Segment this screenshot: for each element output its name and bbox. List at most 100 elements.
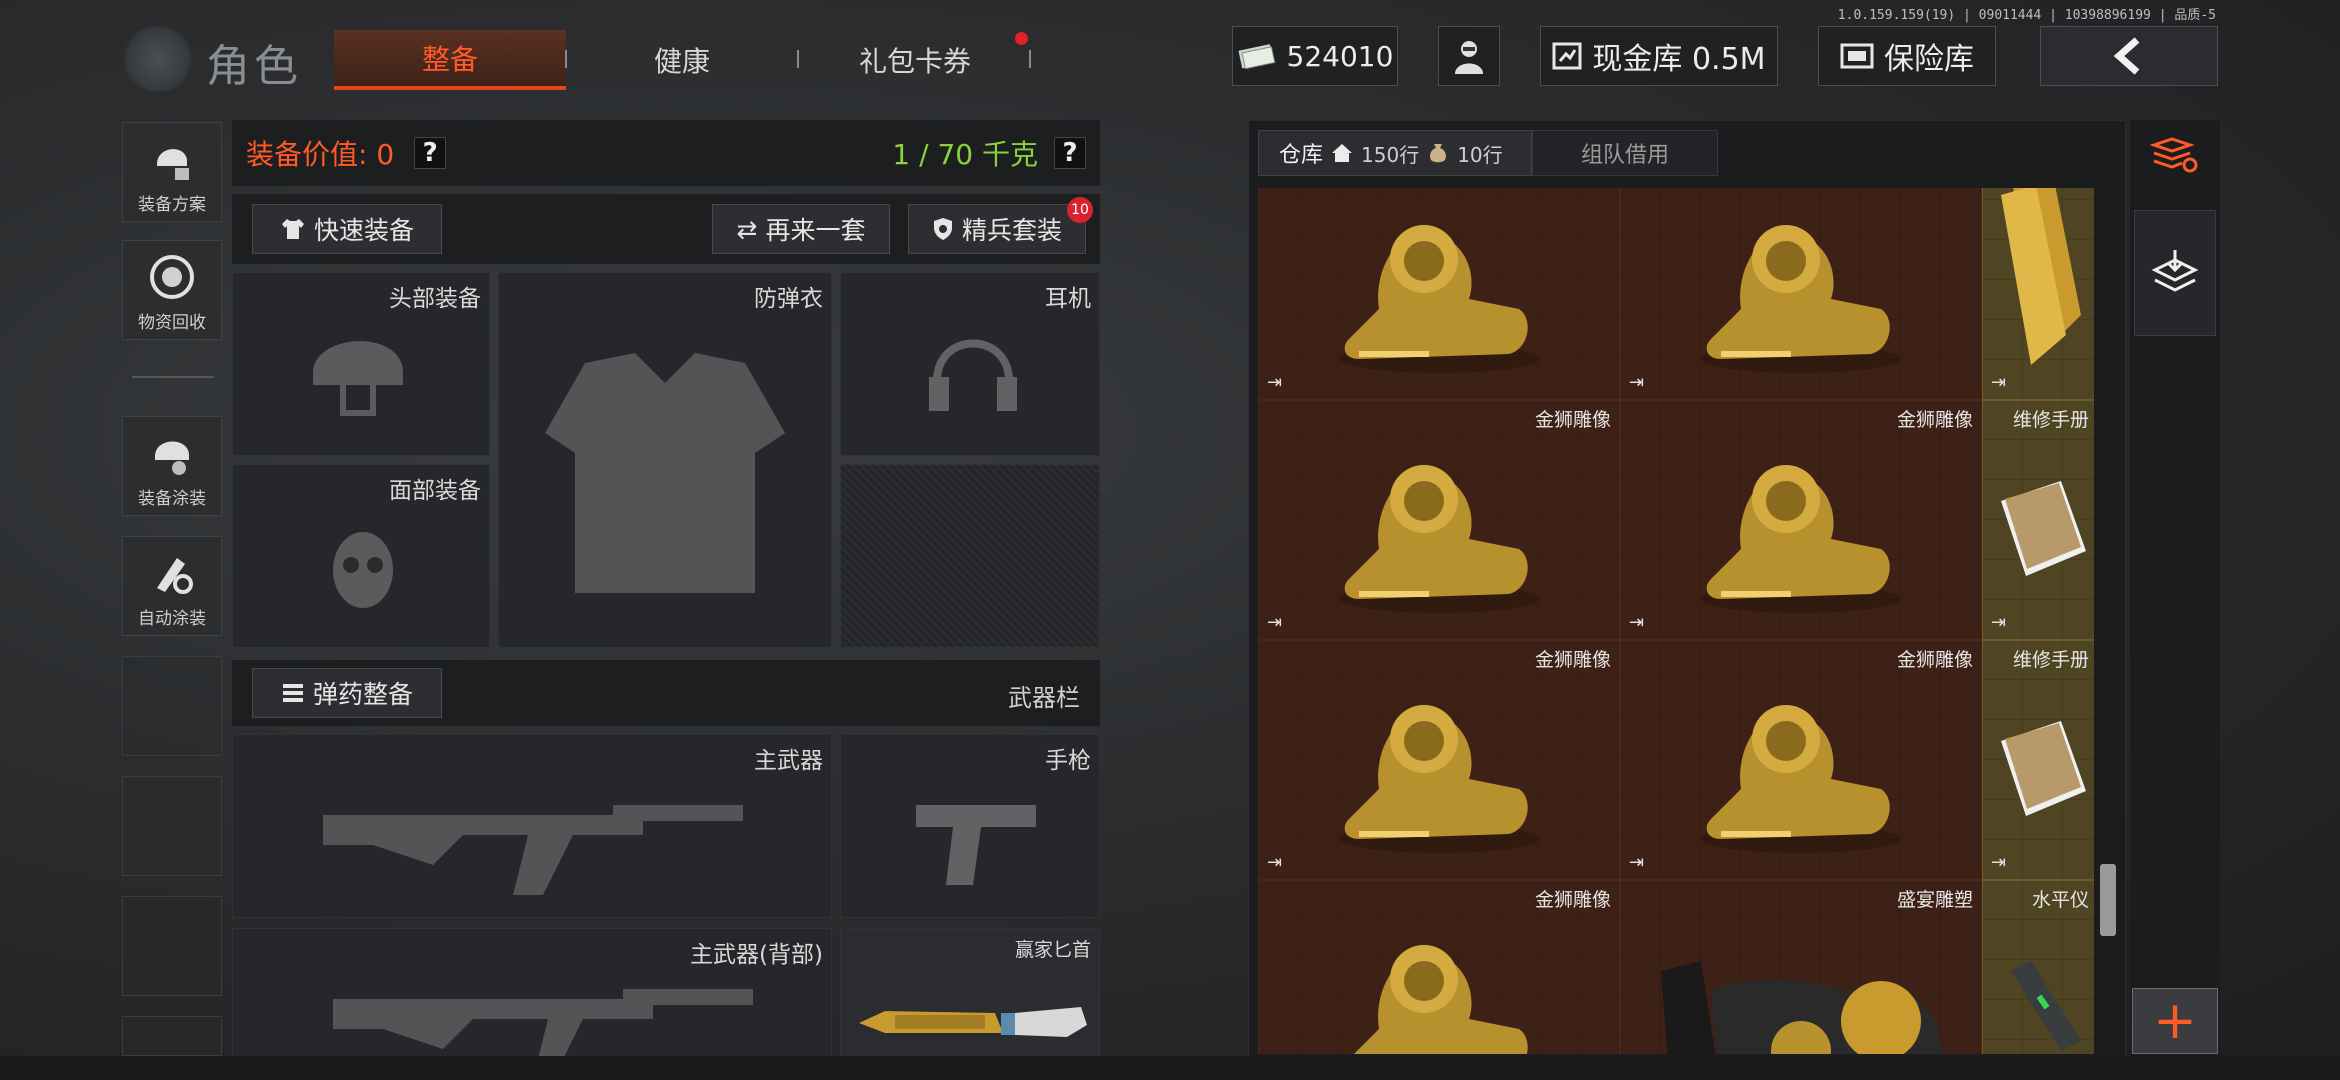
inventory-item[interactable]: 金狮雕像 ⇥	[1258, 400, 1620, 640]
item-name: 金狮雕像	[1896, 409, 1973, 431]
ammo-prep-button[interactable]: 弹药整备	[252, 668, 442, 718]
item-name: 金狮雕像	[1534, 409, 1611, 431]
inventory-item[interactable]: 金块 ⇥	[1982, 188, 2094, 400]
recycle-icon	[150, 255, 194, 299]
auto-skin-icon	[157, 558, 193, 594]
slot-label: 主武器	[754, 748, 823, 774]
weight-capacity: 1 / 70 千克	[892, 138, 1038, 171]
vault-icon	[1552, 42, 1582, 70]
sidebar-item-label: 装备方案	[138, 195, 206, 215]
face-gear-slot[interactable]: 面部装备	[232, 464, 490, 648]
inventory-item[interactable]: 维修手册 ⇥	[1982, 640, 2094, 880]
locked-slot	[840, 464, 1100, 648]
back-arrow-icon	[2113, 37, 2140, 75]
gold-lion-statue-icon	[1339, 465, 1539, 613]
inventory-item[interactable]: 金狮雕像	[1258, 880, 1620, 1054]
inventory-item[interactable]: 金狮雕像 ⇥	[1258, 188, 1620, 400]
elite-set-button[interactable]: 精兵套装 10	[908, 197, 1093, 254]
weapon-bar-label: 武器栏	[1008, 684, 1080, 712]
elite-count-badge: 10	[1067, 197, 1093, 223]
gold-lion-statue-icon	[1339, 225, 1539, 373]
quick-equip-button[interactable]: 快速装备	[252, 204, 442, 254]
elite-set-label: 精兵套装	[961, 216, 1062, 245]
gold-lion-statue-icon	[1701, 225, 1901, 373]
empty-sidebar-slot	[122, 656, 222, 756]
item-name: 金块	[2051, 188, 2089, 192]
item-name: 金狮雕像	[1896, 649, 1973, 671]
tab-health[interactable]: 健康	[590, 30, 774, 90]
operator-profile-button[interactable]	[1438, 26, 1500, 86]
version-info: 1.0.159.159(19) | 09011444 | 10398896199…	[1837, 8, 2216, 23]
headset-slot[interactable]: 耳机	[840, 272, 1100, 456]
slot-label: 头部装备	[389, 286, 481, 312]
armor-vest-icon	[545, 353, 785, 593]
knife-slot[interactable]: 赢家匕首	[840, 928, 1100, 1058]
tab-equip[interactable]: 整备	[334, 30, 566, 90]
shield-icon	[933, 218, 952, 240]
item-name: 维修手册	[2012, 649, 2089, 671]
inventory-item[interactable]: 金狮雕像 ⇥	[1620, 400, 1982, 640]
quick-equip-label: 快速装备	[313, 216, 414, 245]
sort-button[interactable]	[2134, 124, 2216, 186]
tab-team-borrow[interactable]: 组队借用	[1532, 130, 1718, 176]
insurance-vault-button[interactable]: 保险库	[1818, 26, 1996, 86]
ammo-icon	[282, 684, 303, 702]
stack-button[interactable]	[2134, 210, 2216, 336]
equipment-skin-button[interactable]: 装备涂装	[122, 416, 222, 516]
loadout-plan-icon	[157, 149, 189, 180]
pistol-slot[interactable]: 手枪	[840, 734, 1100, 918]
inventory-tabs: 仓库 150行 10行 组队借用	[1258, 130, 1718, 176]
tab-divider	[1029, 50, 1031, 68]
inventory-item[interactable]: 盛宴雕塑	[1620, 880, 1982, 1054]
cash-icon	[1238, 44, 1275, 70]
inventory-item[interactable]: 水平仪	[1982, 880, 2094, 1054]
inventory-item[interactable]: 金狮雕像 ⇥	[1620, 640, 1982, 880]
page-title: 角色	[206, 41, 302, 92]
equip-again-button[interactable]: ⇄ 再来一套	[712, 204, 890, 254]
extract-icon: ⇥	[1991, 372, 2007, 393]
loadout-plan-button[interactable]: 装备方案	[122, 122, 222, 222]
notification-dot	[1015, 32, 1028, 45]
layers-icon	[2151, 250, 2199, 292]
item-rows: 10行	[1457, 142, 1503, 167]
gold-bar-icon	[2001, 188, 2081, 365]
primary-weapon-slot[interactable]: 主武器	[232, 734, 832, 918]
slot-label: 面部装备	[389, 478, 481, 504]
help-icon[interactable]: ?	[414, 137, 447, 169]
resource-recycle-button[interactable]: 物资回收	[122, 240, 222, 340]
slot-label: 主武器(背部)	[690, 942, 823, 968]
ammo-prep-label: 弹药整备	[312, 680, 413, 709]
gold-lion-statue-icon	[1354, 945, 1528, 1054]
inventory-item[interactable]: 金狮雕像 ⇥	[1258, 640, 1620, 880]
empty-sidebar-slot	[122, 896, 222, 996]
sidebar-item-label: 物资回收	[138, 313, 206, 333]
helmet-slot[interactable]: 头部装备	[232, 272, 490, 456]
item-name: 维修手册	[2012, 409, 2089, 431]
knife-icon	[859, 1007, 1087, 1037]
money-bag-icon	[1430, 144, 1447, 163]
operator-icon	[1455, 41, 1483, 74]
add-button[interactable]: +	[2132, 988, 2218, 1054]
body-armor-slot[interactable]: 防弹衣	[498, 272, 832, 648]
gas-mask-icon	[333, 532, 393, 608]
cash-vault-button[interactable]: 现金库 0.5M	[1540, 26, 1778, 86]
tab-warehouse[interactable]: 仓库 150行 10行	[1258, 130, 1532, 176]
empty-sidebar-slot	[122, 1016, 222, 1056]
inventory-scrollbar[interactable]	[2100, 864, 2116, 936]
extract-icon: ⇥	[1629, 612, 1645, 633]
help-icon[interactable]: ?	[1054, 137, 1086, 169]
refresh-icon: ⇄	[736, 214, 758, 244]
skin-icon	[155, 441, 189, 475]
sidebar-item-label: 自动涂装	[138, 609, 206, 629]
back-weapon-slot[interactable]: 主武器(背部)	[232, 928, 832, 1059]
tab-divider	[565, 50, 567, 68]
tab-gift-coupons[interactable]: 礼包卡券	[810, 30, 1020, 90]
inventory-item[interactable]: 维修手册 ⇥	[1982, 400, 2094, 640]
auto-skin-button[interactable]: 自动涂装	[122, 536, 222, 636]
inventory-item[interactable]: 金狮雕像 ⇥	[1620, 188, 1982, 400]
equip-again-label: 再来一套	[765, 216, 866, 245]
sidebar-divider	[132, 376, 214, 378]
feast-sculpture-icon	[1661, 961, 1941, 1054]
back-button[interactable]	[2040, 26, 2218, 86]
item-name: 金狮雕像	[1897, 188, 1973, 192]
